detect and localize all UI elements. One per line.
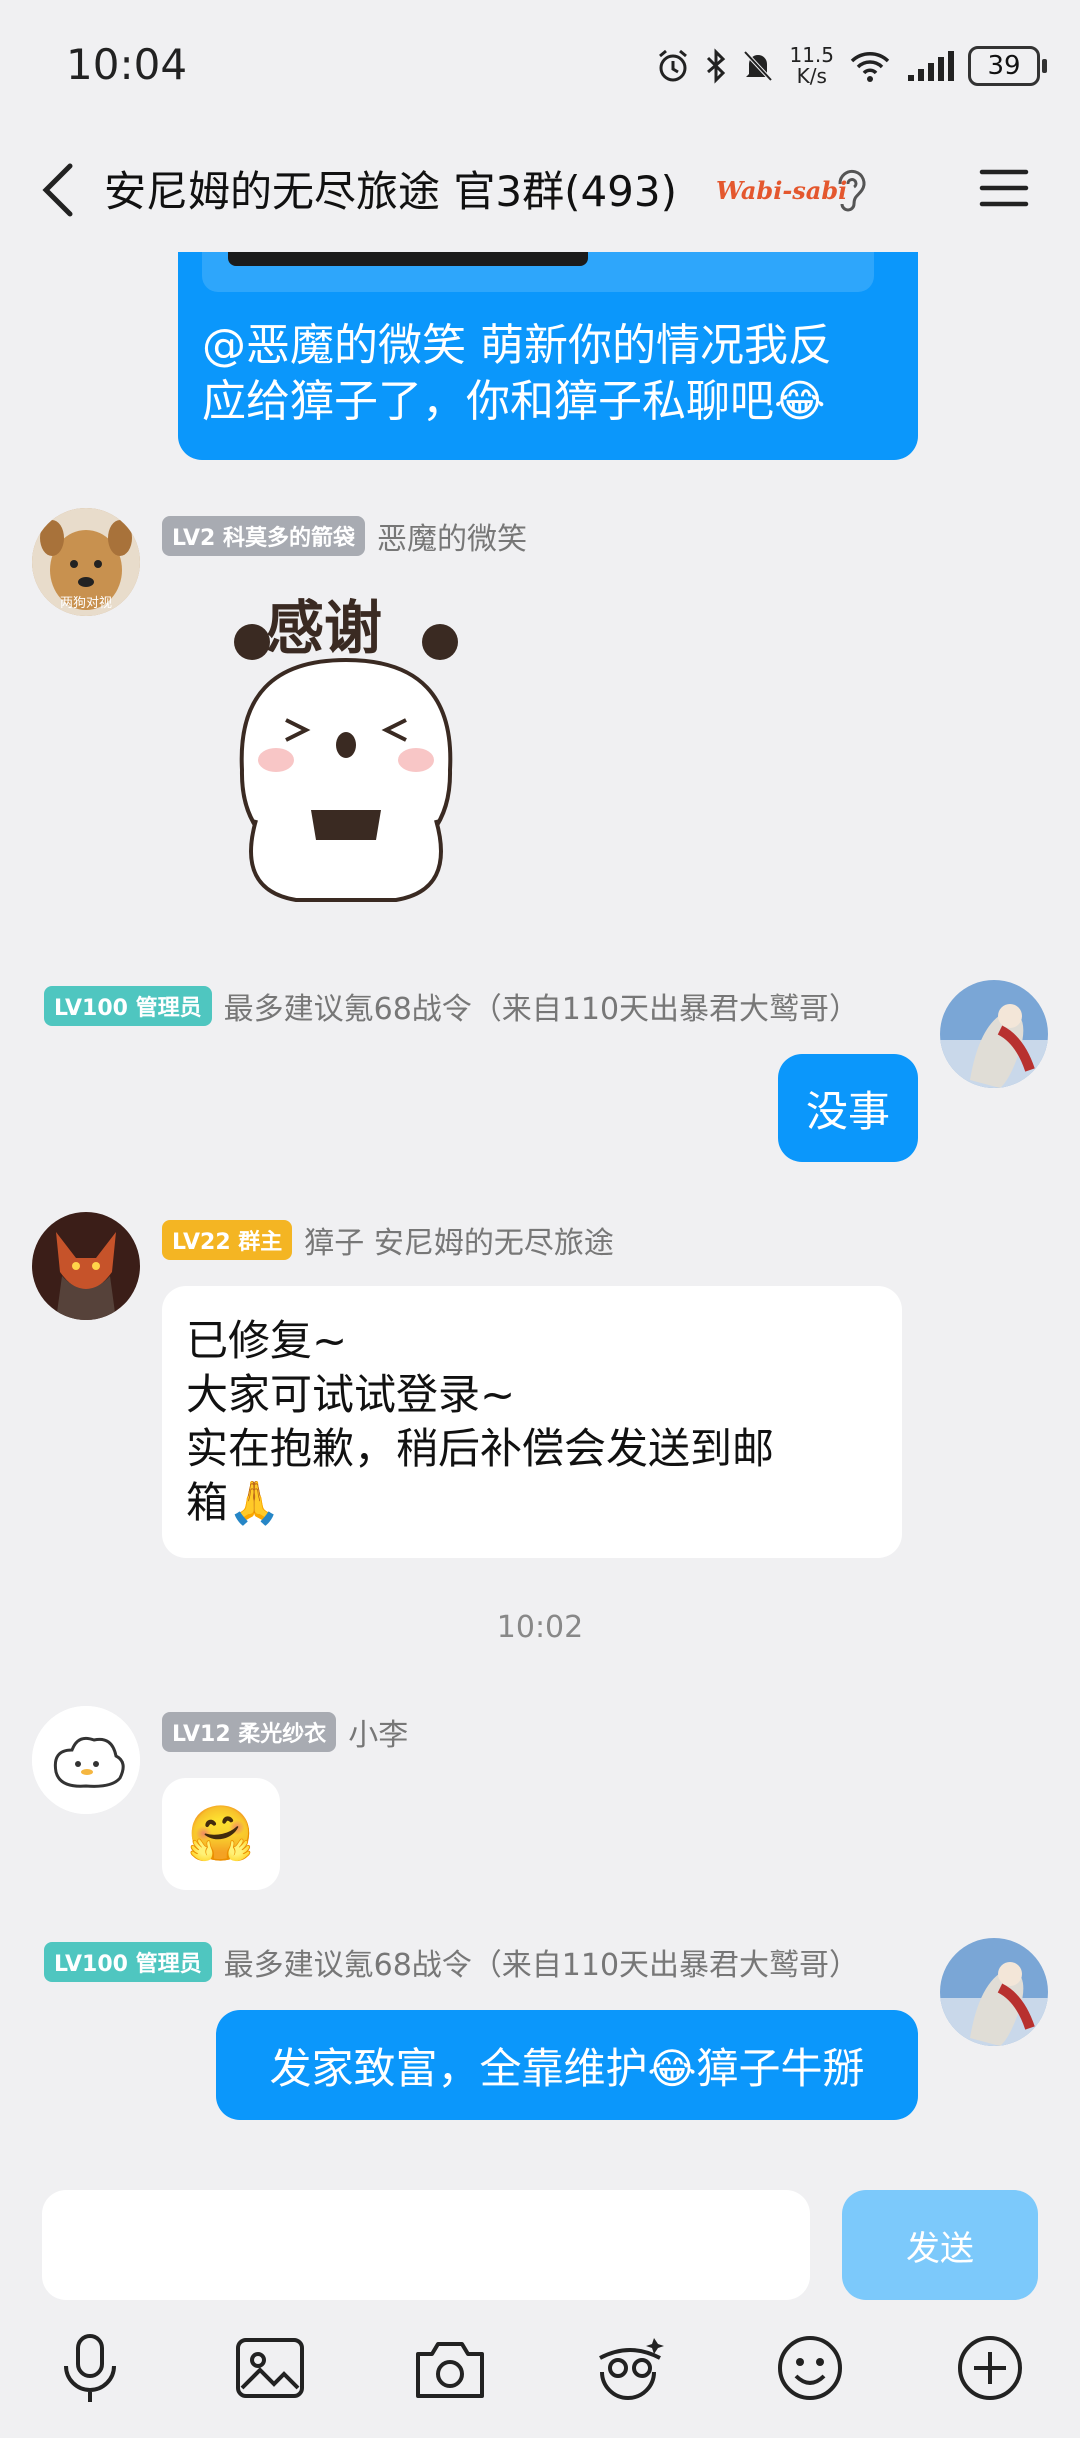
sender-meta: LV100 管理员 最多建议氪68战令（来自110天出暴君大鹫哥） — [44, 1940, 859, 1984]
back-arrow-icon[interactable] — [34, 160, 84, 220]
mute-bell-icon — [744, 50, 773, 82]
message-text: @恶魔的微笑 萌新你的情况我反 — [202, 320, 832, 371]
plus-icon[interactable] — [950, 2328, 1030, 2408]
sender-meta: LV12 柔光纱衣 小李 — [162, 1710, 408, 1754]
sender-meta: LV100 管理员 最多建议氪68战令（来自110天出暴君大鹫哥） — [44, 984, 859, 1028]
level-badge: LV22 群主 — [162, 1220, 293, 1260]
composer-bar: 发送 — [0, 2168, 1080, 2438]
sender-meta: LV2 科莫多的箭袋 恶魔的微笑 — [162, 514, 527, 558]
status-icons: 11.5 K/s 39 — [655, 38, 1047, 94]
message-line: 已修复~ — [186, 1316, 348, 1365]
signal-icon — [908, 51, 954, 81]
camera-icon[interactable] — [410, 2328, 490, 2408]
bluetooth-icon — [707, 48, 726, 84]
level-badge: LV2 科莫多的箭袋 — [162, 516, 365, 556]
timestamp: 10:02 — [496, 1610, 584, 1645]
level-badge: LV100 管理员 — [44, 1942, 212, 1982]
sender-name[interactable]: 最多建议氪68战令（来自110天出暴君大鹫哥） — [224, 984, 859, 1028]
message-text: 没事 — [805, 1086, 890, 1136]
sticker-face-icon[interactable] — [590, 2328, 670, 2408]
ear-icon[interactable] — [830, 162, 870, 218]
battery-indicator: 39 — [968, 46, 1047, 86]
message-bubble[interactable]: 发家致富，全靠维护😂獐子牛掰 — [216, 2010, 918, 2120]
message-bubble[interactable]: 已修复~ 大家可试试登录~ 实在抱歉，稍后补偿会发送到邮 箱🙏 — [162, 1286, 902, 1558]
avatar-self[interactable] — [940, 980, 1048, 1088]
message-line: 箱🙏 — [186, 1478, 281, 1527]
message-bubble[interactable]: 没事 — [778, 1054, 918, 1162]
message-line: 实在抱歉，稍后补偿会发送到邮 — [186, 1424, 775, 1473]
alarm-icon — [659, 49, 688, 82]
message-text: 发家致富，全靠维护😂獐子牛掰 — [269, 2043, 865, 2093]
chat-header: 安尼姆的无尽旅途 官3群(493) Wabi-sabi — [0, 130, 1080, 252]
avatar-caption: 两狗对视 — [59, 596, 112, 611]
message-text: 应给獐子了，你和獐子私聊吧😂 — [202, 376, 826, 427]
menu-icon[interactable] — [976, 160, 1032, 216]
avatar[interactable] — [32, 1212, 140, 1320]
sender-meta: LV22 群主 獐子 安尼姆的无尽旅途 — [162, 1218, 614, 1262]
message-input[interactable] — [42, 2190, 810, 2300]
avatar-self[interactable] — [940, 1938, 1048, 2046]
sender-name[interactable]: 小李 — [348, 1710, 408, 1754]
message-line: 大家可试试登录~ — [186, 1370, 516, 1419]
wifi-icon — [850, 52, 890, 82]
message-bubble[interactable]: 🤗 — [162, 1778, 280, 1890]
status-bar: 10:04 11.5 K/s 39 — [0, 0, 1080, 130]
level-badge: LV100 管理员 — [44, 986, 212, 1026]
clock: 10:04 — [66, 40, 188, 89]
microphone-icon[interactable] — [50, 2328, 130, 2408]
avatar[interactable]: 两狗对视 — [32, 508, 140, 616]
net-speed: 11.5 K/s — [789, 43, 834, 88]
emoji-message: 🤗 — [187, 1802, 255, 1865]
level-badge: LV12 柔光纱衣 — [162, 1712, 337, 1752]
emoji-icon[interactable] — [770, 2328, 850, 2408]
sticker-text: 感谢 — [266, 594, 382, 662]
group-title[interactable]: 安尼姆的无尽旅途 官3群(493) — [104, 158, 677, 219]
sender-name[interactable]: 獐子 安尼姆的无尽旅途 — [304, 1218, 614, 1262]
send-button[interactable]: 发送 — [842, 2190, 1038, 2300]
sender-name[interactable]: 恶魔的微笑 — [377, 514, 527, 558]
sender-name[interactable]: 最多建议氪68战令（来自110天出暴君大鹫哥） — [224, 1940, 859, 1984]
image-icon[interactable] — [230, 2328, 310, 2408]
group-tag: Wabi-sabi — [716, 176, 848, 205]
avatar[interactable] — [32, 1706, 140, 1814]
sticker[interactable]: 感谢 — [216, 570, 476, 910]
